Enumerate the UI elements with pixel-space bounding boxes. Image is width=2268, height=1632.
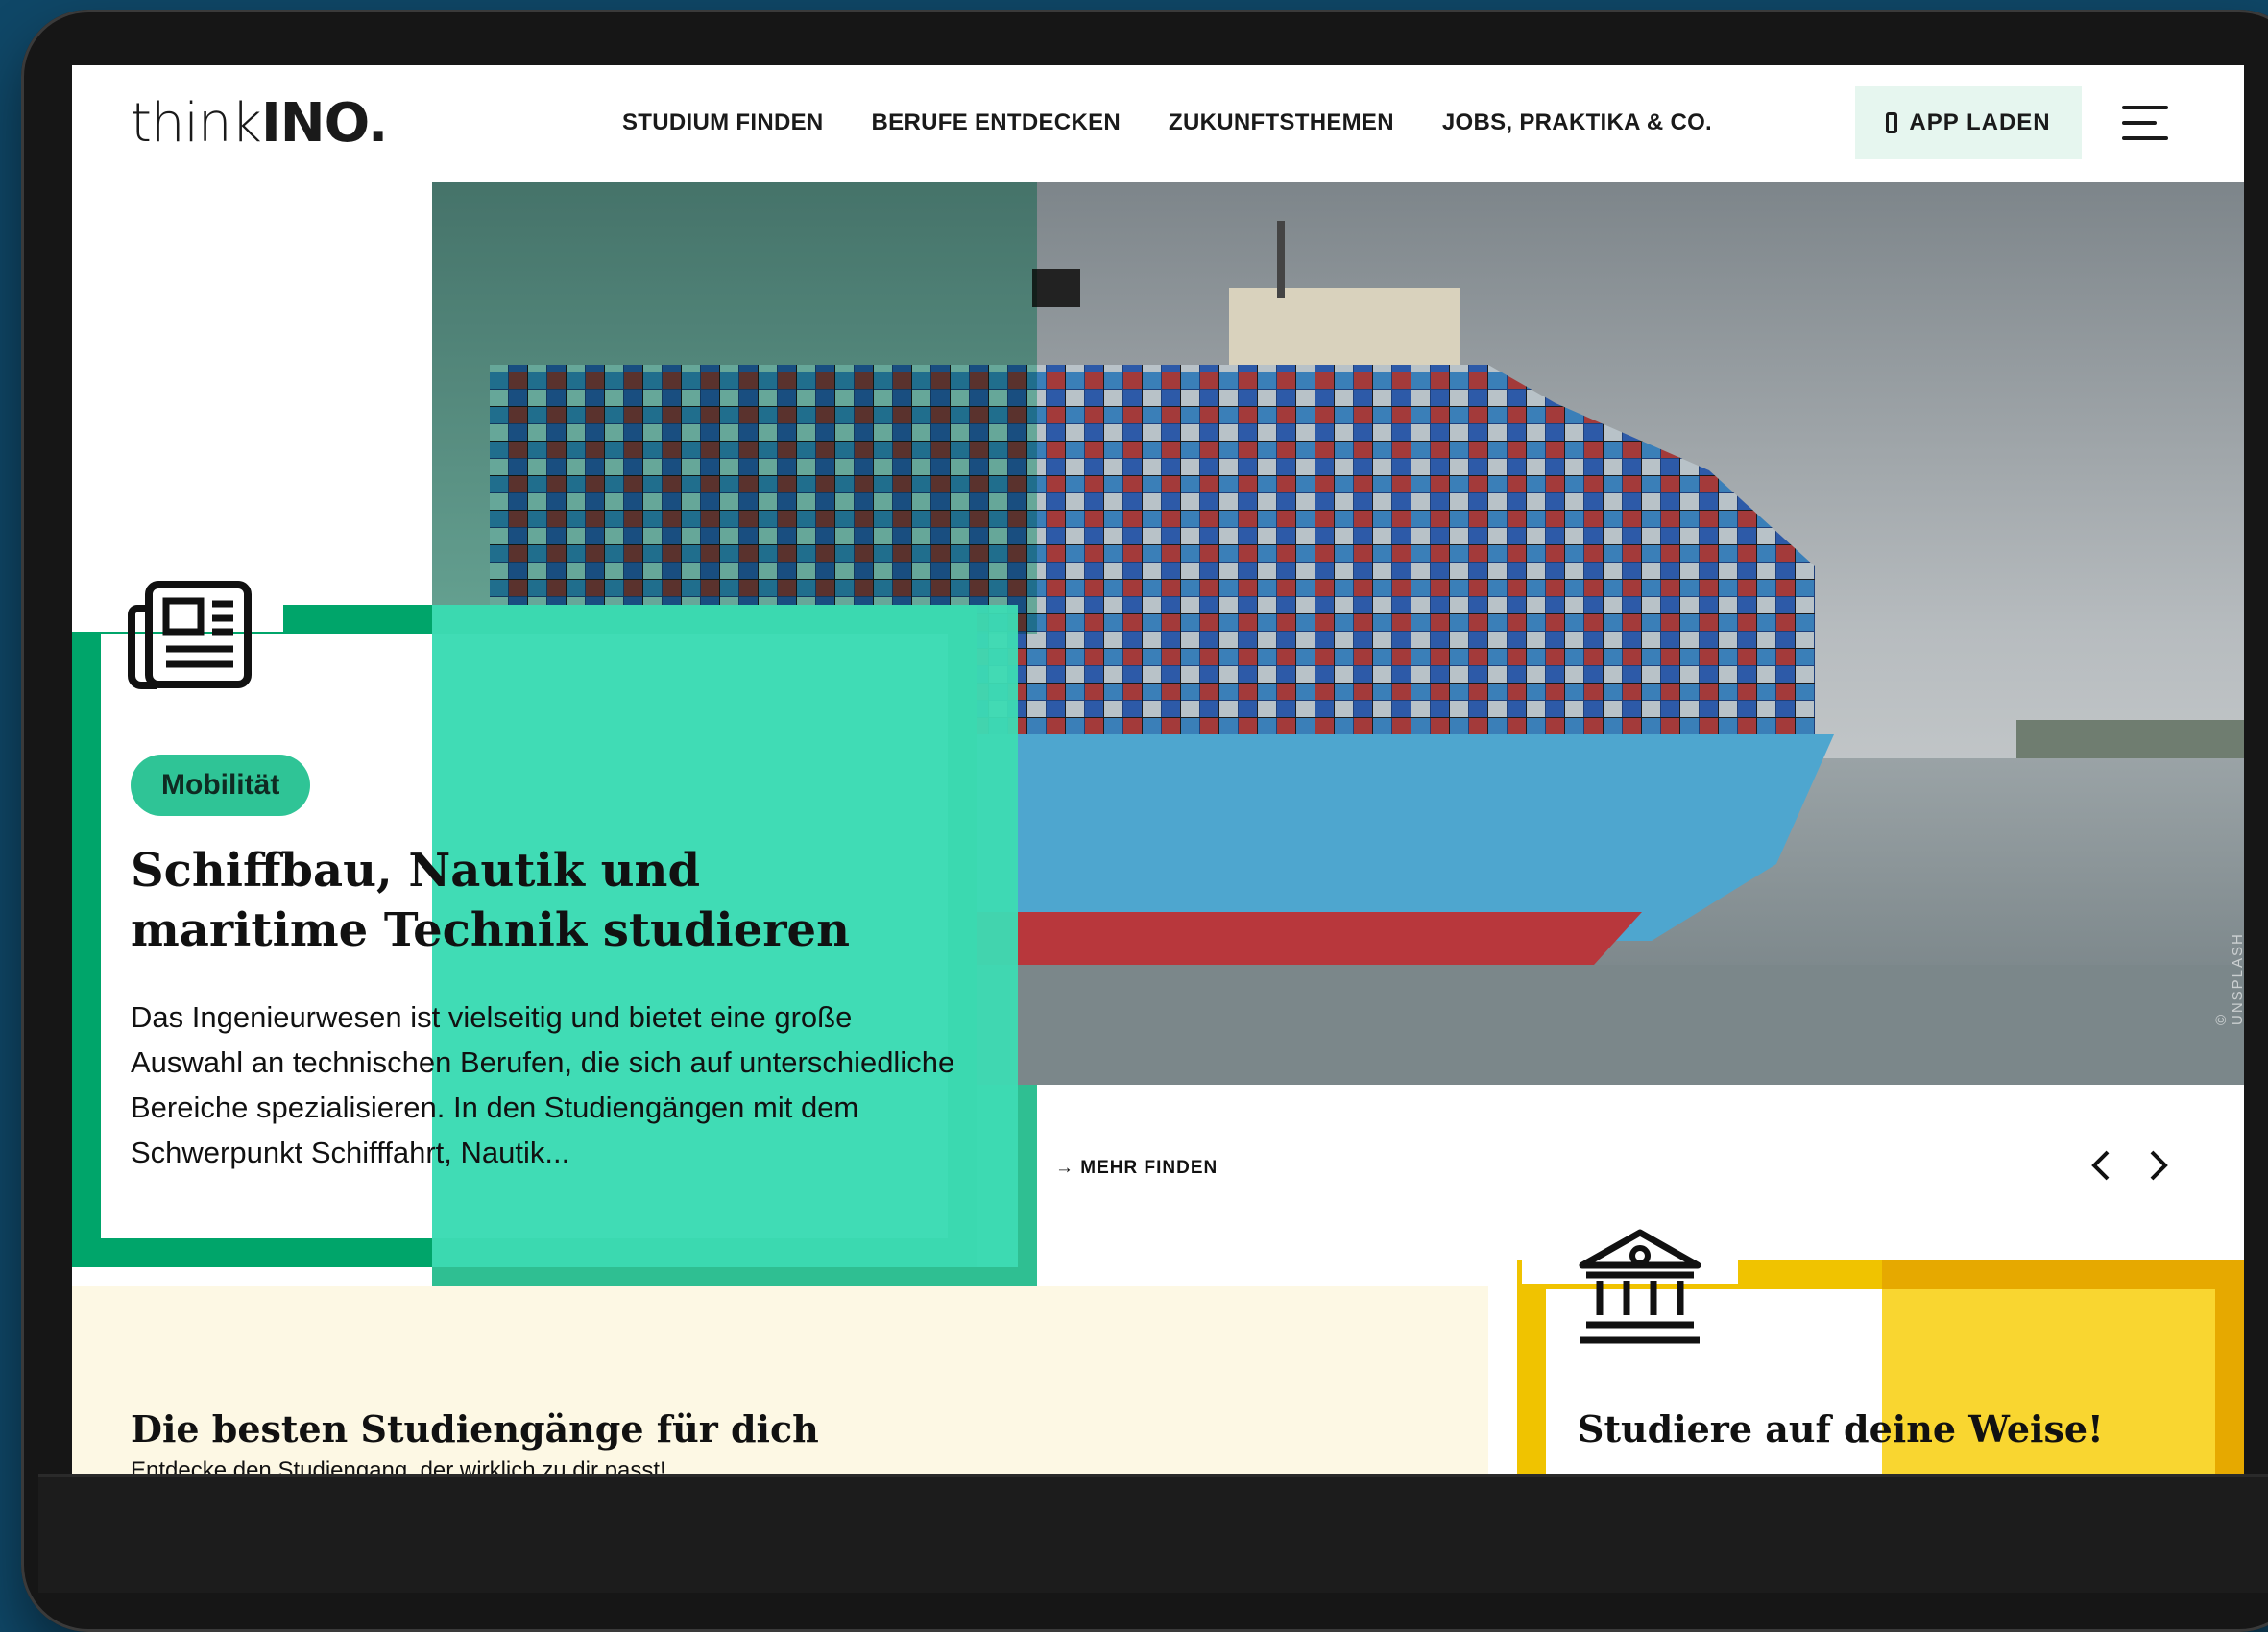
teaser-title-studiengaenge: Die besten Studiengänge für dich [131, 1407, 819, 1451]
logo-text-light: think [131, 92, 262, 155]
phone-icon [1886, 112, 1898, 133]
laptop-base [38, 1474, 2268, 1593]
main-nav: STUDIUM FINDEN BERUFE ENTDECKEN ZUKUNFTS… [622, 104, 1712, 142]
chevron-right-icon[interactable] [2144, 1146, 2173, 1185]
teaser-title-studiere: Studiere auf deine Weise! [1578, 1407, 2104, 1451]
app-button-label: APP LADEN [1909, 109, 2051, 135]
site-header: thinkINO. STUDIUM FINDEN BERUFE ENTDECKE… [72, 65, 2244, 182]
nav-item-studium[interactable]: STUDIUM FINDEN [622, 104, 824, 142]
slider-controls [2087, 1146, 2173, 1185]
browser-viewport: thinkINO. STUDIUM FINDEN BERUFE ENTDECKE… [72, 65, 2244, 1474]
nav-item-zukunftsthemen[interactable]: ZUKUNFTSTHEMEN [1169, 104, 1394, 142]
nav-item-berufe[interactable]: BERUFE ENTDECKEN [872, 104, 1121, 142]
hero-description: Das Ingenieurwesen ist vielseitig und bi… [131, 1000, 955, 1169]
hero-title[interactable]: Schiffbau, Nautik und maritime Technik s… [131, 841, 956, 960]
chevron-left-icon[interactable] [2087, 1146, 2115, 1185]
teaser-subtitle-studiengaenge: Entdecke den Studiengang, der wirklich z… [131, 1457, 666, 1474]
newspaper-icon [128, 581, 252, 689]
category-tag[interactable]: Mobilität [131, 755, 311, 816]
hero-title-line2: maritime Technik studieren [131, 903, 850, 957]
nav-item-jobs[interactable]: JOBS, PRAKTIKA & CO. [1442, 104, 1712, 142]
bank-icon [1579, 1229, 1701, 1344]
image-credit: © UNSPLASH [2213, 932, 2244, 1025]
logo-text-bold: INO. [260, 92, 388, 155]
hero-image-tint [432, 182, 1037, 634]
app-download-button[interactable]: APP LADEN [1855, 86, 2082, 159]
hero-title-line1: Schiffbau, Nautik und [131, 844, 701, 898]
site-logo[interactable]: thinkINO. [131, 90, 388, 157]
menu-icon[interactable] [2122, 102, 2172, 144]
more-link[interactable]: → MEHR FINDEN [1055, 1158, 1218, 1179]
